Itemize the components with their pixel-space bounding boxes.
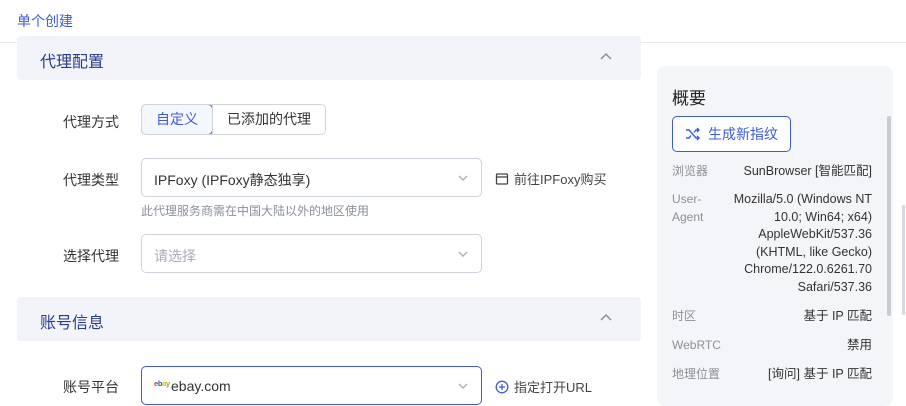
geolocation-key: 地理位置: [672, 367, 721, 381]
external-window-icon: [495, 172, 509, 185]
geolocation-value: [询问] 基于 IP 匹配: [768, 367, 872, 381]
select-proxy-placeholder: 请选择: [154, 248, 196, 264]
tab-single-create[interactable]: 单个创建: [17, 11, 73, 31]
select-proxy-label: 选择代理: [63, 248, 119, 264]
platform-select[interactable]: ebay ebay.com: [141, 366, 482, 405]
specify-url-link[interactable]: 指定打开URL: [495, 377, 592, 396]
summary-title: 概要: [672, 89, 706, 108]
proxy-method-segmented: 自定义 已添加的代理: [141, 104, 326, 135]
account-section-header[interactable]: 账号信息: [17, 297, 641, 341]
select-proxy-dropdown[interactable]: 请选择: [141, 234, 482, 273]
ebay-logo-icon: ebay: [154, 379, 170, 388]
proxy-type-select[interactable]: IPFoxy (IPFoxy静态独享): [141, 158, 482, 197]
browser-key: 浏览器: [672, 164, 709, 178]
buy-ipfoxy-link[interactable]: 前往IPFoxy购买: [495, 169, 606, 188]
platform-value: ebay.com: [171, 378, 231, 394]
proxy-type-value: IPFoxy (IPFoxy静态独享): [154, 172, 311, 188]
timezone-key: 时区: [672, 309, 697, 323]
proxy-type-hint: 此代理服务商需在中国大陆以外的地区使用: [141, 204, 370, 218]
section-title: 代理配置: [40, 54, 105, 71]
chevron-down-icon: [458, 251, 468, 257]
summary-panel: 概要 生成新指纹 浏览器 SunBrowser [智能匹配] User- Age…: [657, 66, 893, 406]
shuffle-icon: [686, 127, 700, 141]
plus-circle-icon: [495, 380, 509, 393]
option-custom[interactable]: 自定义: [142, 105, 213, 134]
user-agent-key: User- Agent: [672, 192, 704, 224]
generate-fingerprint-button[interactable]: 生成新指纹: [672, 116, 791, 152]
chevron-up-icon[interactable]: [599, 50, 613, 64]
timezone-value: 基于 IP 匹配: [803, 309, 872, 323]
chevron-down-icon: [458, 175, 468, 181]
summary-scrollbar[interactable]: [887, 116, 891, 316]
generate-button-label: 生成新指纹: [708, 126, 778, 142]
option-added-proxy[interactable]: 已添加的代理: [212, 105, 325, 134]
proxy-type-label: 代理类型: [63, 172, 119, 188]
page-scrollbar[interactable]: [902, 205, 905, 315]
chevron-up-icon[interactable]: [599, 311, 613, 325]
proxy-section-header[interactable]: 代理配置: [17, 36, 641, 80]
section-title: 账号信息: [40, 315, 105, 332]
platform-label: 账号平台: [63, 379, 119, 395]
browser-value: SunBrowser [智能匹配]: [743, 164, 872, 178]
chevron-down-icon: [458, 383, 468, 389]
proxy-method-label: 代理方式: [63, 114, 119, 130]
user-agent-value: Mozilla/5.0 (Windows NT 10.0; Win64; x64…: [733, 192, 872, 294]
webrtc-key: WebRTC: [672, 338, 721, 352]
specify-url-label: 指定打开URL: [514, 380, 593, 395]
webrtc-value: 禁用: [846, 338, 872, 352]
buy-link-label: 前往IPFoxy购买: [514, 172, 607, 187]
